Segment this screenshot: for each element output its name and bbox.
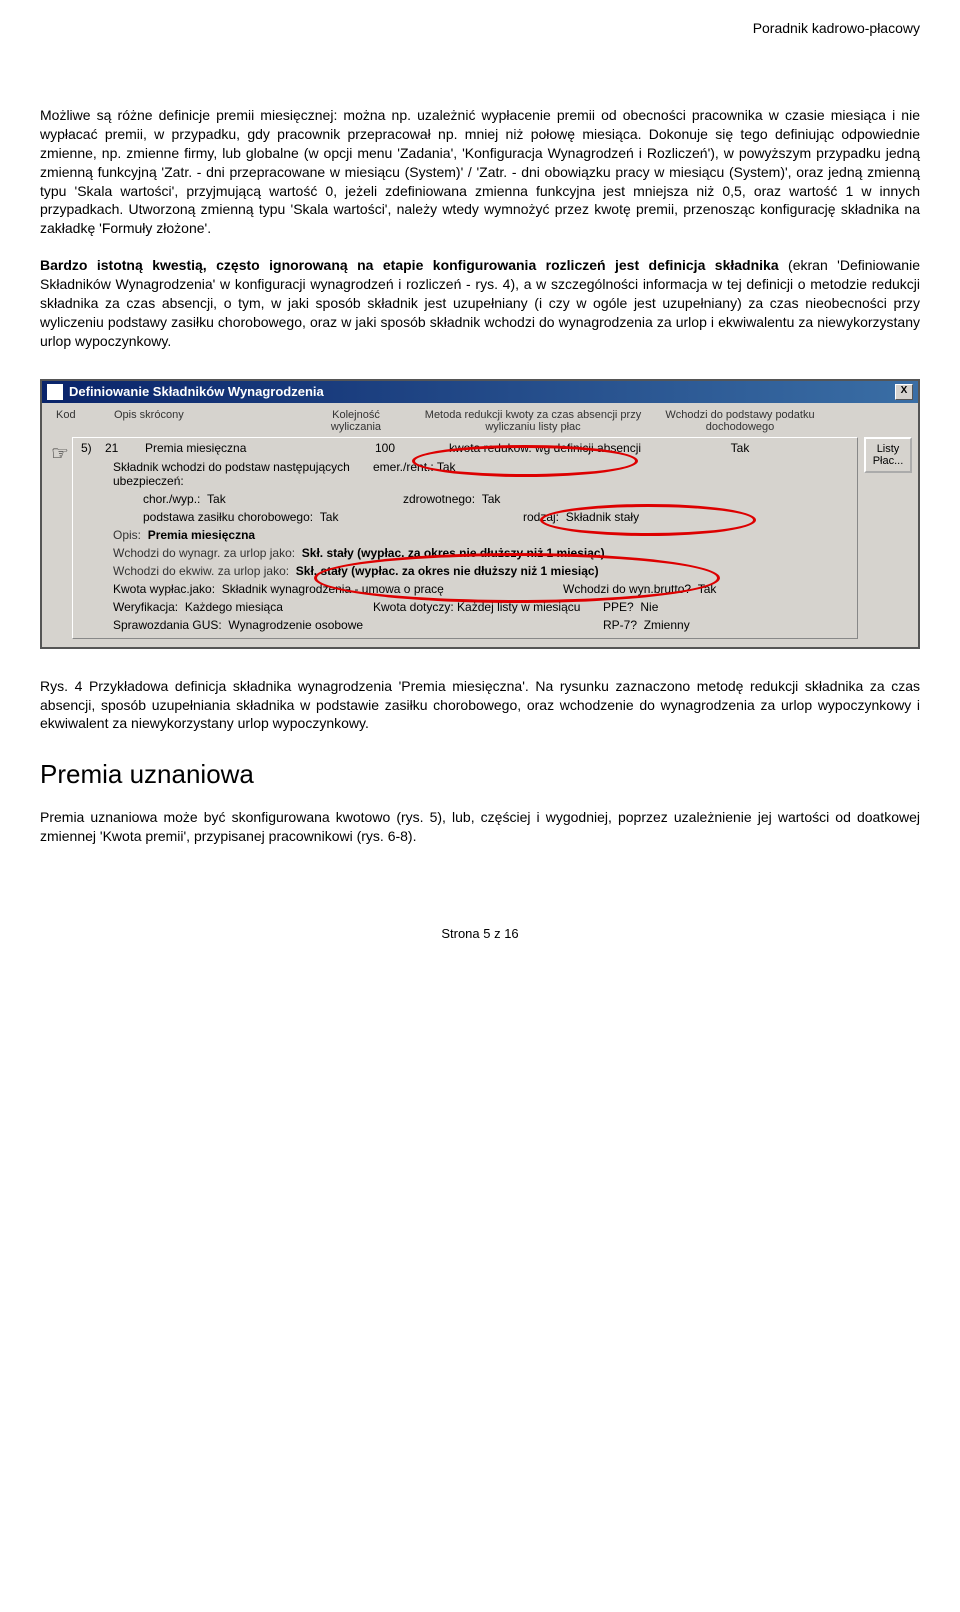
val-rodz: Składnik stały [566, 510, 639, 524]
lbl-podst: podstawa zasiłku chorobowego: [143, 510, 313, 524]
lbl-opis: Opis: [113, 528, 141, 542]
val-wbr: Tak [698, 582, 717, 596]
val-wekw: Skł. stały (wypłac. za okres nie dłuższy… [296, 564, 599, 578]
val-opis: Premia miesięczna [148, 528, 255, 542]
lbl-kwyp: Kwota wypłac.jako: [113, 582, 215, 596]
titlebar: Definiowanie Składników Wynagrodzenia X [42, 381, 918, 403]
row-kolejnosc: 100 [345, 441, 425, 455]
listy-plac-button[interactable]: Listy Płac... [864, 437, 912, 473]
val-rp7: Zmienny [644, 618, 690, 632]
val-chor: Tak [207, 492, 226, 506]
lbl-kwd: Kwota dotyczy: [373, 600, 454, 614]
window-title: Definiowanie Składników Wynagrodzenia [69, 384, 324, 399]
val-podst: Tak [320, 510, 339, 524]
row-opis: Premia miesięczna [145, 441, 345, 455]
val-emer: Tak [437, 460, 456, 474]
val-wurl: Skł. stały (wypłac. za okres nie dłuższy… [302, 546, 605, 560]
record-panel: 5) 21 Premia miesięczna 100 kwota reduko… [72, 437, 858, 639]
lbl-wbr: Wchodzi do wyn.brutto? [563, 582, 691, 596]
val-ppe: Nie [640, 600, 658, 614]
paragraph-2-bold: Bardzo istotną kwestią, często ignorowan… [40, 257, 779, 273]
page-footer: Strona 5 z 16 [40, 926, 920, 941]
col-kod: Kod [50, 409, 108, 433]
lbl-ubez: Składnik wchodzi do podstaw następującyc… [113, 460, 350, 488]
row-podatek: Tak [665, 441, 815, 455]
row-metoda: kwota redukow. wg definicji absencji [425, 441, 665, 455]
lbl-chor: chor./wyp.: [143, 492, 200, 506]
lbl-wer: Weryfikacja: [113, 600, 178, 614]
row-kod: 21 [105, 441, 145, 455]
figure-caption: Rys. 4 Przykładowa definicja składnika w… [40, 677, 920, 734]
col-podatek: Wchodzi do podstawy podatku dochodowego [654, 409, 826, 433]
val-zdr: Tak [482, 492, 501, 506]
lbl-ppe: PPE? [603, 600, 634, 614]
close-button[interactable]: X [895, 384, 913, 400]
lbl-rodz: rodzaj: [523, 510, 559, 524]
lbl-gus: Sprawozdania GUS: [113, 618, 222, 632]
val-kwyp: Składnik wynagrodzenia - umowa o pracę [222, 582, 444, 596]
row-index: 5) [81, 441, 105, 455]
app-icon [47, 384, 63, 400]
lbl-wekw: Wchodzi do ekwiw. za urlop jako: [113, 564, 289, 578]
window: Definiowanie Składników Wynagrodzenia X … [40, 379, 920, 649]
paragraph-3: Premia uznaniowa może być skonfigurowana… [40, 808, 920, 846]
paragraph-2: Bardzo istotną kwestią, często ignorowan… [40, 256, 920, 350]
record-row[interactable]: 5) 21 Premia miesięczna 100 kwota reduko… [73, 438, 857, 458]
col-metoda: Metoda redukcji kwoty za czas absencji p… [412, 409, 654, 433]
column-headers: Kod Opis skrócony Kolejność wyliczania M… [42, 403, 918, 435]
lbl-zdr: zdrowotnego: [403, 492, 475, 506]
lbl-emer: emer./rent.: [373, 460, 434, 474]
col-opis: Opis skrócony [108, 409, 300, 433]
lbl-rp7: RP-7? [603, 618, 637, 632]
heading-premia-uznaniowa: Premia uznaniowa [40, 759, 920, 790]
hand-icon: ☞ [48, 437, 72, 466]
screenshot-figure: Definiowanie Składników Wynagrodzenia X … [40, 379, 920, 649]
val-gus: Wynagrodzenie osobowe [228, 618, 363, 632]
val-wer: Każdego miesiąca [185, 600, 283, 614]
header-right: Poradnik kadrowo-płacowy [40, 20, 920, 36]
col-kolejnosc: Kolejność wyliczania [300, 409, 412, 433]
paragraph-1: Możliwe są różne definicje premii miesię… [40, 106, 920, 238]
val-kwd: Każdej listy w miesiącu [457, 600, 580, 614]
lbl-wurl: Wchodzi do wynagr. za urlop jako: [113, 546, 295, 560]
